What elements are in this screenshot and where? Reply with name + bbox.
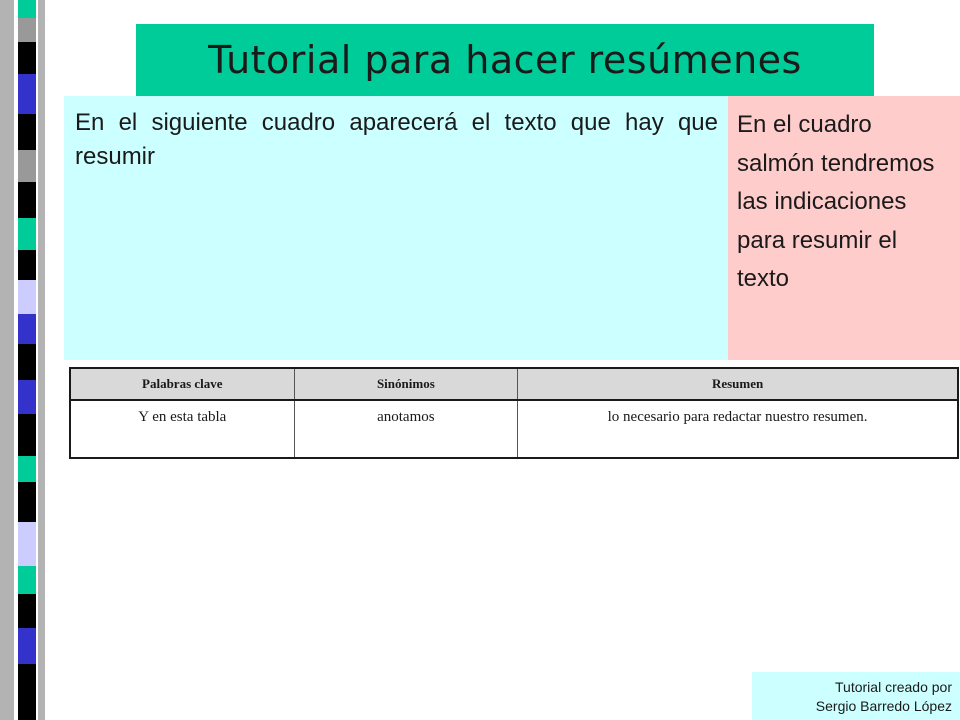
credit-box: Tutorial creado por Sergio Barredo López [752, 672, 960, 720]
header-summary: Resumen [517, 367, 959, 401]
cell-keywords[interactable]: Y en esta tabla [69, 399, 295, 459]
instructions-box: En el cuadro salmón tendremos las indica… [728, 96, 960, 360]
cell-synonyms[interactable]: anotamos [293, 399, 519, 459]
source-text-box: En el siguiente cuadro aparecerá el text… [64, 96, 728, 360]
header-keywords: Palabras clave [69, 367, 295, 401]
table-row: Y en esta tabla anotamos lo necesario pa… [69, 399, 959, 459]
header-synonyms: Sinónimos [293, 367, 519, 401]
cell-summary[interactable]: lo necesario para redactar nuestro resum… [517, 399, 959, 459]
table-header-row: Palabras clave Sinónimos Resumen [69, 367, 959, 401]
credit-line-1: Tutorial creado por [835, 679, 952, 695]
source-text-label: En el siguiente cuadro aparecerá el text… [75, 109, 718, 170]
instructions-label: En el cuadro salmón tendremos las indica… [737, 111, 935, 292]
credit-line-2: Sergio Barredo López [815, 698, 952, 714]
summary-notes-table: Palabras clave Sinónimos Resumen Y en es… [69, 367, 959, 459]
slide-title: Tutorial para hacer resúmenes [208, 38, 802, 82]
decorative-stripe [0, 0, 45, 720]
title-bar: Tutorial para hacer resúmenes [136, 24, 874, 96]
